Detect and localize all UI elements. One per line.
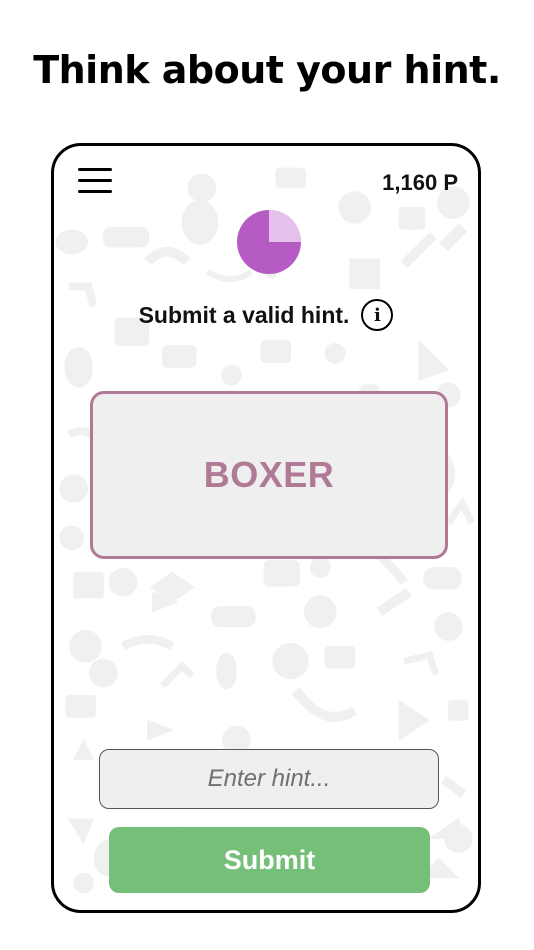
page-headline: Think about your hint. — [33, 48, 501, 92]
status-line: Submit a valid hint. i — [54, 299, 478, 331]
points-counter: 1,160 P — [382, 170, 458, 195]
secret-word: BOXER — [203, 454, 335, 495]
hint-input[interactable] — [99, 749, 439, 809]
menu-button[interactable] — [78, 168, 112, 196]
submit-button[interactable]: Submit — [109, 827, 430, 893]
secret-word-card: BOXER — [90, 391, 448, 559]
status-text: Submit a valid hint. — [138, 301, 350, 328]
hamburger-menu-icon — [78, 168, 112, 171]
phone-frame: 1,160 P Submit a valid hint. i BOXER Sub… — [51, 143, 481, 913]
info-icon[interactable]: i — [361, 299, 394, 331]
timer-pie-icon — [237, 210, 301, 274]
